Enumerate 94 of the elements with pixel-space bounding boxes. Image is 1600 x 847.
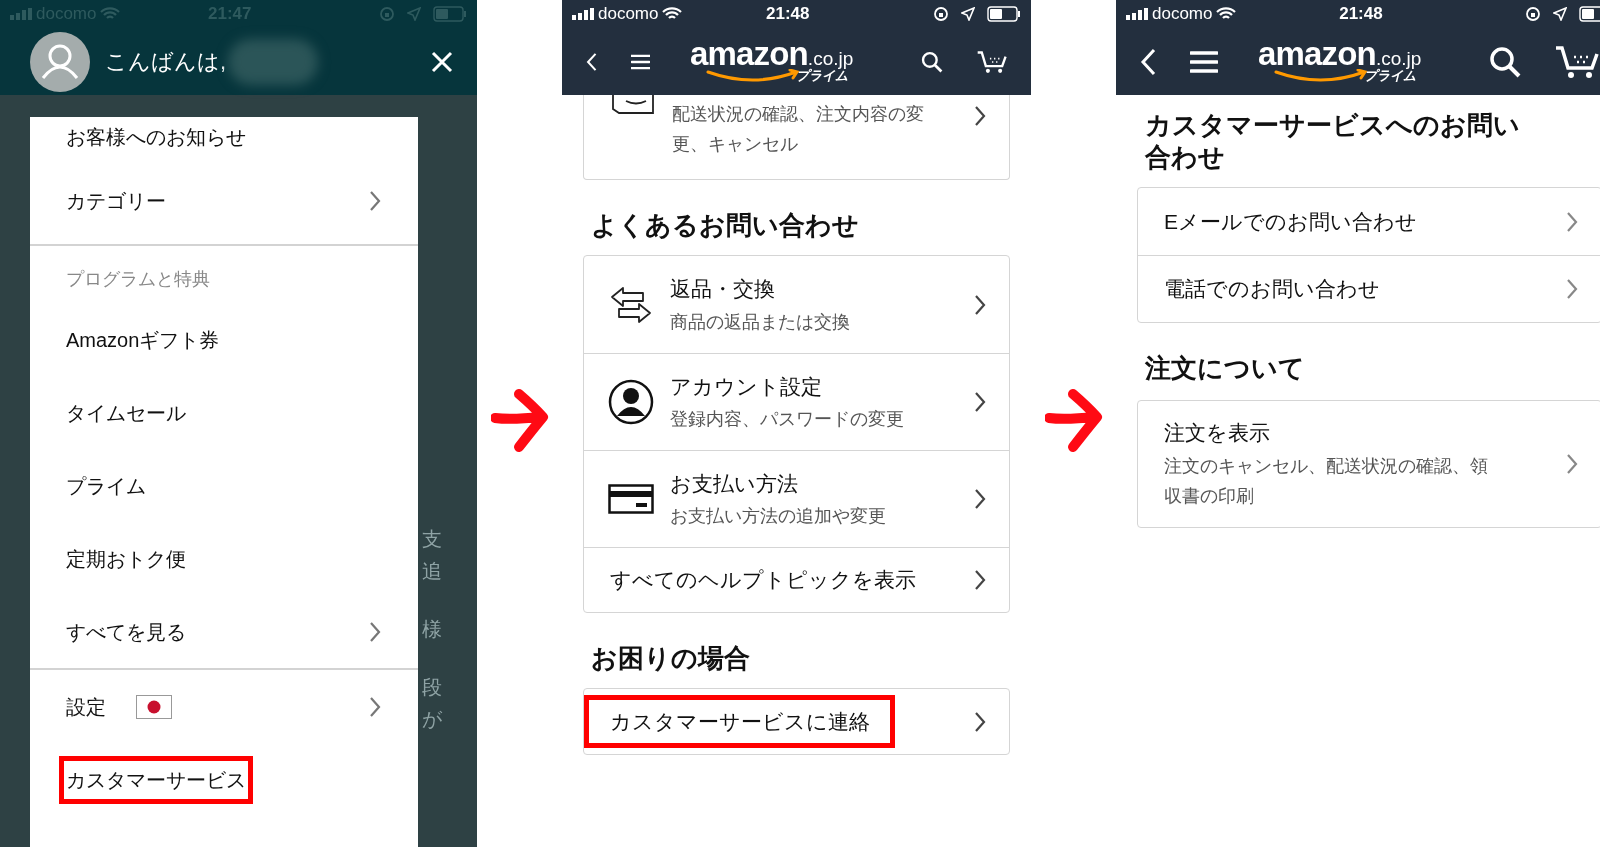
- menu-item-label: カテゴリー: [66, 188, 166, 214]
- signal-icon: [1126, 8, 1148, 20]
- cart-icon[interactable]: [1555, 44, 1600, 79]
- rotation-lock-icon: [933, 6, 949, 22]
- wifi-icon: [100, 7, 121, 21]
- signal-icon: [10, 8, 32, 20]
- chevron-right-icon: [973, 488, 987, 510]
- signal-icon: [572, 8, 594, 20]
- menu-item-label: 設定: [66, 694, 106, 720]
- section-heading: 注文について: [1144, 352, 1306, 385]
- help-row[interactable]: 注文を表示 注文のキャンセル、配送状況の確認、領収書の印刷: [1138, 401, 1600, 527]
- help-row[interactable]: 返品・交換 商品の返品または交換: [584, 256, 1009, 353]
- chevron-right-icon: [368, 620, 382, 643]
- help-row[interactable]: 電話でのお問い合わせ: [1138, 255, 1600, 322]
- background-text: 段: [422, 675, 442, 700]
- back-icon[interactable]: [1140, 47, 1156, 76]
- menu-item[interactable]: すべてを見る: [30, 595, 418, 668]
- box-icon: [610, 95, 656, 115]
- chevron-right-icon: [1565, 453, 1580, 475]
- menu-item[interactable]: 設定: [30, 670, 418, 743]
- menu-item-label: お客様へのお知らせ: [66, 125, 246, 150]
- chevron-right-icon: [368, 695, 382, 718]
- wifi-icon: [1216, 7, 1237, 21]
- background-text: 支: [422, 527, 442, 552]
- arrow-icon: [1044, 387, 1103, 452]
- menu-item[interactable]: Amazonギフト券: [30, 303, 418, 376]
- rotation-lock-icon: [379, 6, 395, 22]
- exchange-arrows-icon: [609, 284, 653, 325]
- help-row-subtitle: 登録内容、パスワードの変更: [670, 408, 904, 432]
- chevron-right-icon: [973, 391, 987, 413]
- page-title: カスタマーサービスへのお問い合わせ: [1144, 109, 1521, 174]
- background-text: 様: [422, 617, 442, 642]
- clock-time: 21:48: [766, 3, 810, 26]
- location-arrow-icon: [1553, 7, 1568, 21]
- help-row-title: 電話でのお問い合わせ: [1164, 276, 1380, 303]
- chevron-right-icon: [973, 293, 987, 316]
- menu-item[interactable]: カスタマーサービス: [30, 743, 418, 816]
- menu-item-label: Amazonギフト券: [66, 327, 220, 353]
- clock-time: 21:48: [1339, 3, 1383, 26]
- help-row[interactable]: Eメールでのお問い合わせ: [1138, 188, 1600, 255]
- menu-item[interactable]: プライム: [30, 449, 418, 522]
- help-row[interactable]: カスタマーサービスに連絡: [584, 689, 1009, 754]
- help-row-title: 返品・交換: [670, 276, 776, 303]
- menu-item[interactable]: タイムセール: [30, 376, 418, 449]
- logo[interactable]: amazon.co.jp プライム: [689, 37, 854, 86]
- logo[interactable]: amazon.co.jp プライム: [1258, 37, 1422, 86]
- help-row-subtitle: お支払い方法の追加や変更: [670, 505, 886, 529]
- battery-icon: [433, 6, 467, 22]
- section-header: プログラムと特典: [65, 268, 211, 291]
- arrow-icon: [490, 387, 549, 452]
- background-text: が: [422, 707, 442, 732]
- background-text: 追: [422, 559, 442, 584]
- location-arrow-icon: [407, 7, 421, 21]
- menu-item-label: プライム: [66, 473, 146, 499]
- battery-icon: [987, 6, 1021, 22]
- chevron-right-icon: [1565, 210, 1580, 233]
- help-row-subtitle: 注文のキャンセル、配送状況の確認、領収書の印刷: [1164, 454, 1488, 508]
- menu-item[interactable]: 定期おトク便: [30, 522, 418, 595]
- menu-item-label: 定期おトク便: [66, 546, 186, 572]
- help-row-title: すべてのヘルプトピックを表示: [610, 567, 916, 594]
- menu-item-label: タイムセール: [66, 400, 186, 426]
- menu-item[interactable]: カテゴリー: [30, 157, 418, 244]
- help-row-subtitle: 商品の返品または交換: [670, 310, 850, 334]
- order-card-description: 配送状況の確認、注文内容の変更、キャンセル: [672, 103, 924, 156]
- person-icon: [608, 379, 654, 425]
- chevron-right-icon: [973, 105, 987, 127]
- help-row-title: アカウント設定: [670, 373, 823, 400]
- wifi-icon: [662, 7, 683, 21]
- help-row[interactable]: アカウント設定 登録内容、パスワードの変更: [584, 353, 1009, 450]
- section-heading: よくあるお問い合わせ: [590, 209, 860, 242]
- chevron-right-icon: [1565, 278, 1580, 300]
- carrier-name: docomo: [1152, 3, 1213, 26]
- location-arrow-icon: [961, 7, 975, 21]
- chevron-right-icon: [973, 569, 987, 591]
- help-row[interactable]: すべてのヘルプトピックを表示: [584, 547, 1009, 612]
- menu-item[interactable]: お客様へのお知らせ: [30, 117, 418, 157]
- credit-card-icon: [608, 484, 654, 514]
- rotation-lock-icon: [1525, 6, 1542, 22]
- chevron-right-icon: [368, 189, 382, 212]
- menu-item-label: カスタマーサービス: [66, 768, 246, 791]
- help-row-title: 注文を表示: [1164, 420, 1271, 447]
- help-row[interactable]: お支払い方法 お支払い方法の追加や変更: [584, 450, 1009, 547]
- search-icon[interactable]: [1489, 45, 1522, 78]
- greeting-text: こんばんは,: [105, 48, 227, 76]
- close-icon[interactable]: [431, 50, 453, 73]
- menu-icon[interactable]: [1190, 49, 1218, 74]
- help-row-title: カスタマーサービスに連絡: [610, 709, 870, 733]
- help-row-title: Eメールでのお問い合わせ: [1164, 208, 1417, 235]
- section-heading: お困りの場合: [590, 642, 751, 675]
- help-row-title: お支払い方法: [670, 470, 799, 497]
- carrier-name: docomo: [598, 3, 659, 26]
- chevron-right-icon: [973, 710, 987, 733]
- menu-item-label: すべてを見る: [66, 619, 186, 645]
- avatar-icon: [30, 31, 90, 92]
